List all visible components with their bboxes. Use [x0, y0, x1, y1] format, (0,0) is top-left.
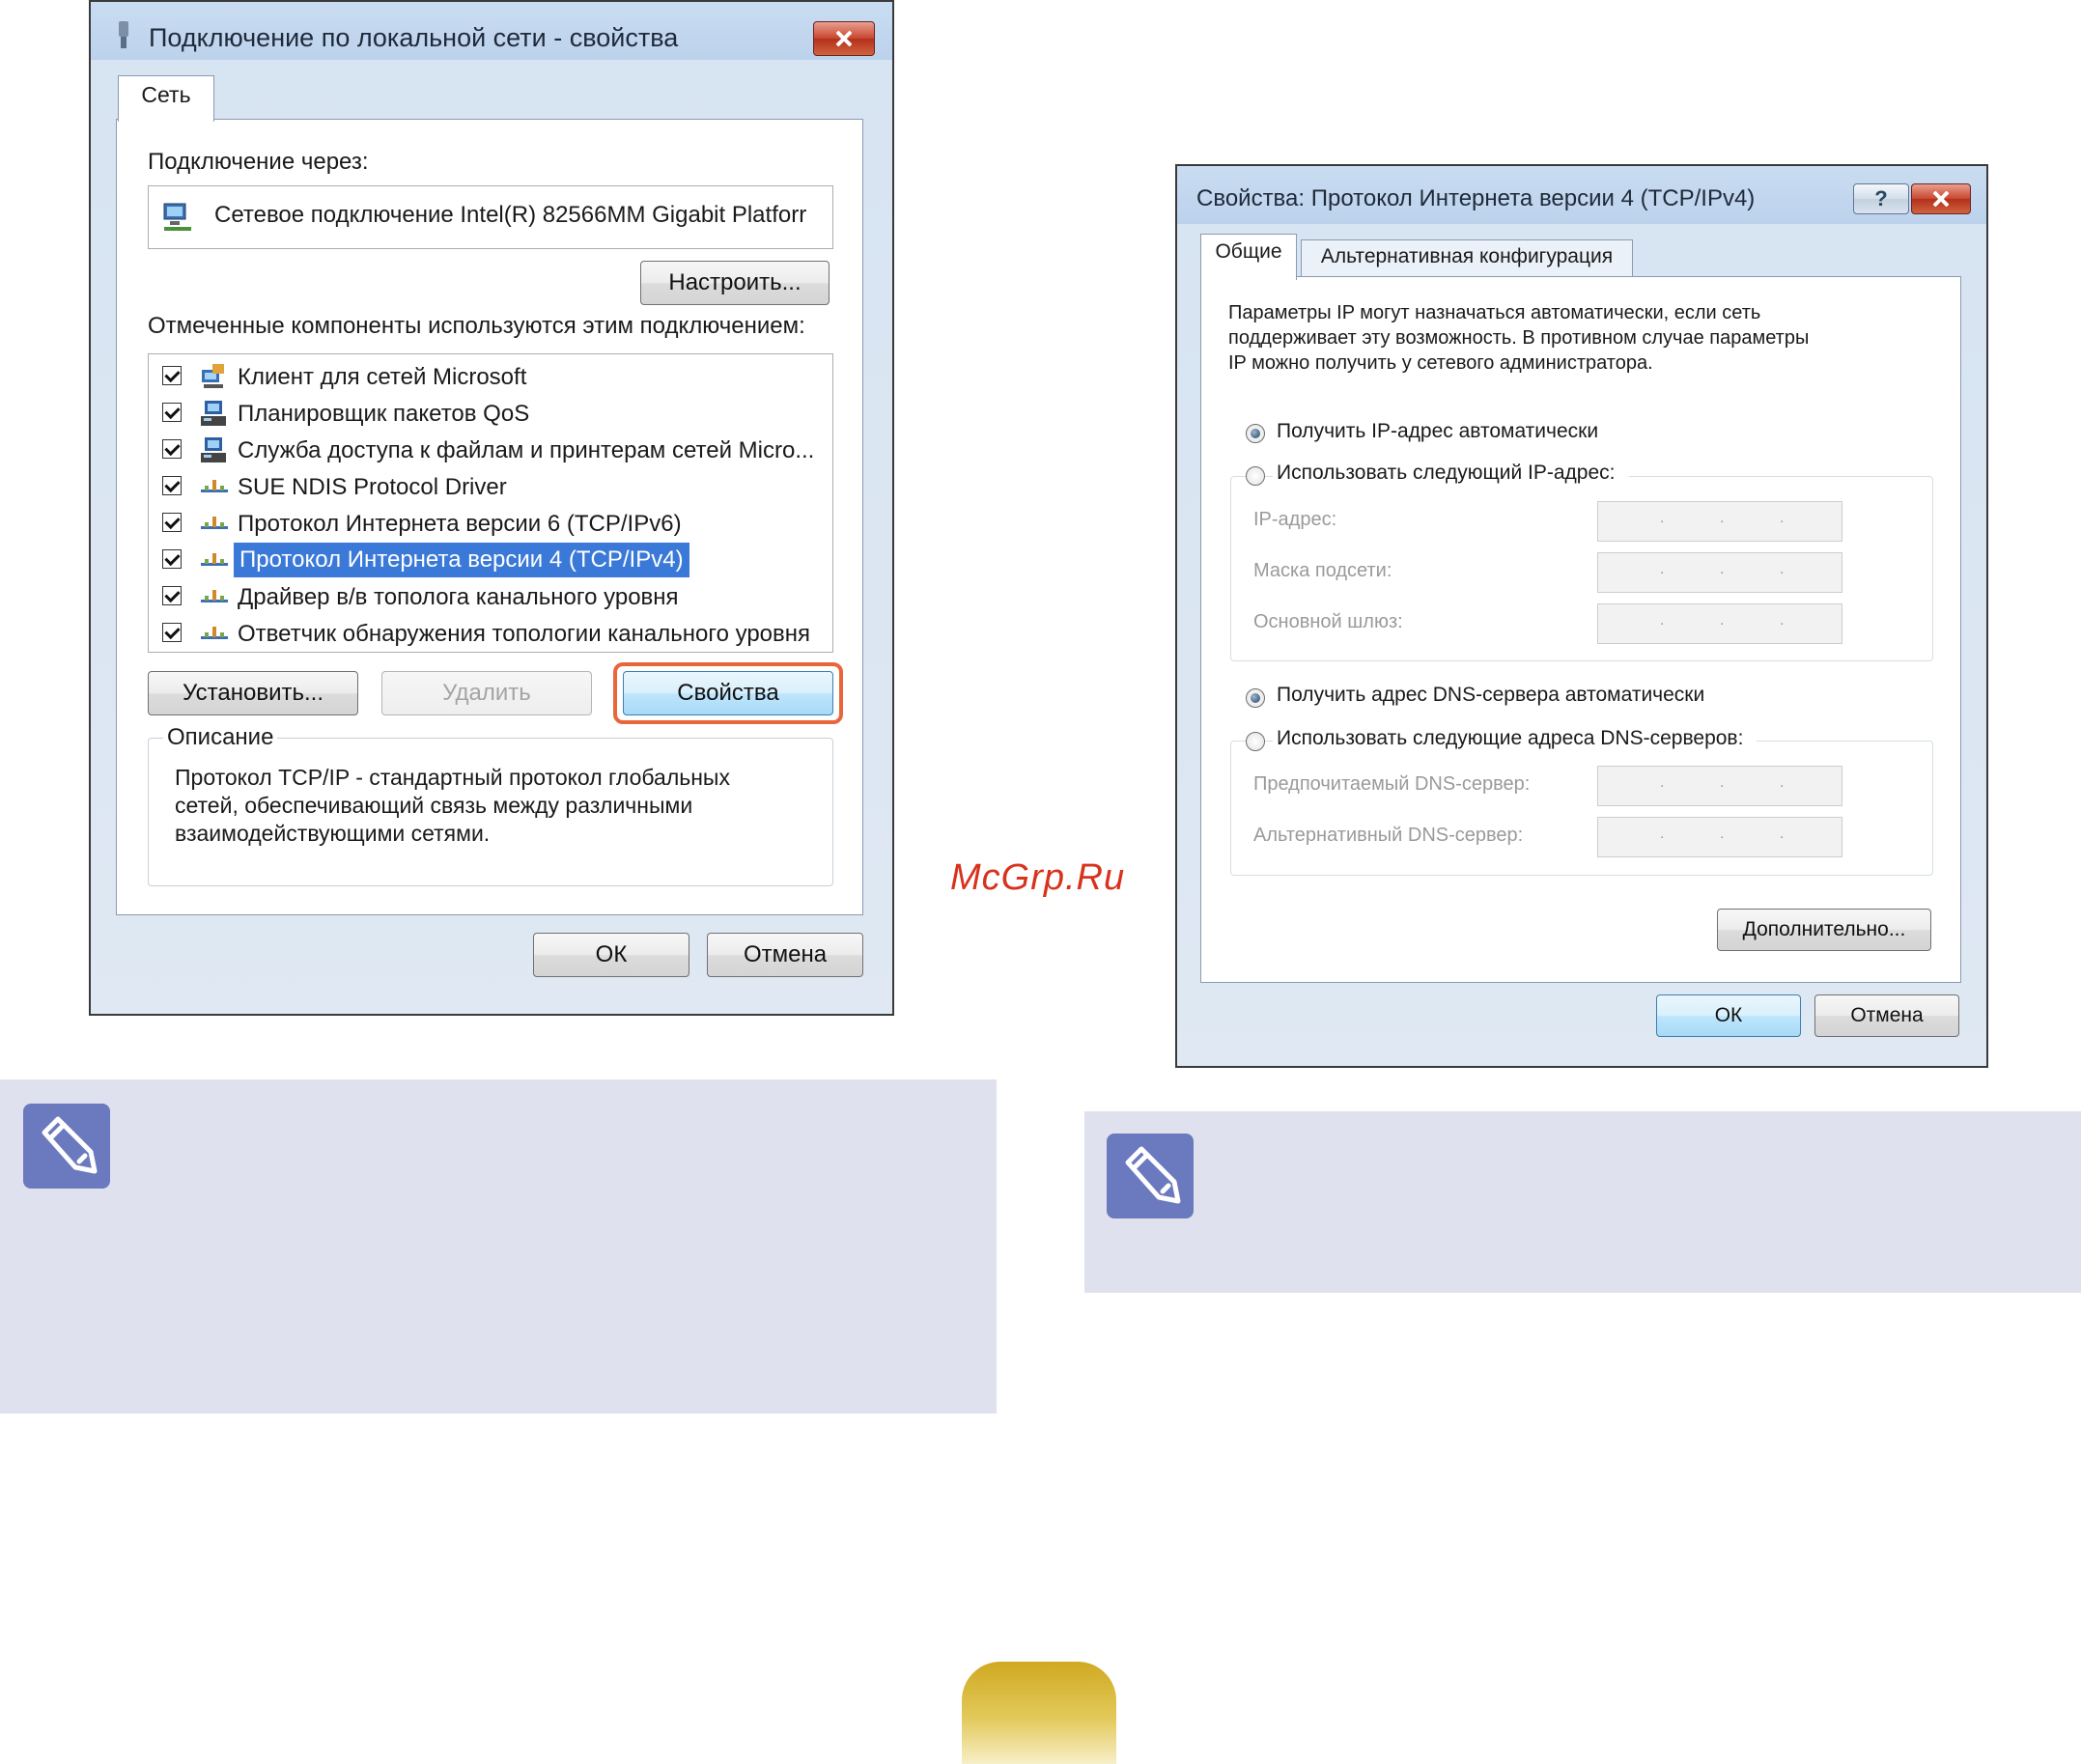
component-label: Драйвер в/в тополога канального уровня	[238, 584, 679, 610]
ok-button[interactable]: ОК	[533, 933, 689, 977]
protocol-icon	[201, 623, 228, 644]
network-adapter-icon	[114, 21, 133, 50]
component-label: SUE NDIS Protocol Driver	[238, 474, 507, 500]
components-label: Отмеченные компоненты используются этим …	[148, 313, 805, 339]
ip-auto-label[interactable]: Получить IP-адрес автоматически	[1277, 420, 1598, 443]
list-item[interactable]: SUE NDIS Protocol Driver	[149, 468, 825, 505]
protocol-icon	[201, 586, 228, 607]
component-label: Клиент для сетей Microsoft	[238, 364, 527, 390]
adapter-field: Сетевое подключение Intel(R) 82566MM Gig…	[148, 185, 833, 249]
preferred-dns-field[interactable]: ...	[1597, 766, 1842, 806]
component-label: Планировщик пакетов QoS	[238, 401, 530, 427]
gateway-label: Основной шлюз:	[1253, 611, 1403, 632]
component-checkbox[interactable]	[162, 623, 182, 642]
tab-alternate-config[interactable]: Альтернативная конфигурация	[1301, 239, 1633, 278]
description-line-2: сетей, обеспечивающий связь между различ…	[175, 793, 693, 818]
network-tab-panel: Подключение через: Сетевое подключение I…	[116, 119, 863, 915]
component-checkbox[interactable]	[162, 439, 182, 459]
intro-line-1: Параметры IP могут назначаться автоматич…	[1228, 302, 1761, 323]
dialog-title: Свойства: Протокол Интернета версии 4 (T…	[1196, 185, 1756, 211]
description-line-3: взаимодействующими сетями.	[175, 821, 491, 846]
list-item-selected[interactable]: Протокол Интернета версии 4 (TCP/IPv4)	[149, 542, 825, 578]
advanced-button[interactable]: Дополнительно...	[1717, 909, 1931, 951]
ip-manual-radio[interactable]	[1246, 466, 1265, 486]
component-checkbox[interactable]	[162, 513, 182, 532]
connect-via-label: Подключение через:	[148, 149, 369, 175]
adapter-name: Сетевое подключение Intel(R) 82566MM Gig…	[214, 202, 807, 228]
ok-button[interactable]: ОК	[1656, 994, 1801, 1037]
ip-address-field[interactable]: ...	[1597, 501, 1842, 542]
properties-button[interactable]: Свойства	[623, 671, 833, 715]
tab-network[interactable]: Сеть	[118, 75, 214, 122]
note-pencil-icon	[1107, 1134, 1194, 1218]
cancel-button[interactable]: Отмена	[1814, 994, 1959, 1037]
alternate-dns-label: Альтернативный DNS-сервер:	[1253, 825, 1524, 846]
component-checkbox[interactable]	[162, 366, 182, 385]
ip-auto-radio[interactable]	[1246, 424, 1265, 443]
network-client-icon	[199, 362, 228, 391]
component-checkbox[interactable]	[162, 403, 182, 422]
intro-line-3: IP можно получить у сетевого администрат…	[1228, 352, 1653, 374]
page-number-tab	[962, 1662, 1116, 1764]
list-item[interactable]: Служба доступа к файлам и принтерам сете…	[149, 432, 825, 468]
network-service-icon	[199, 399, 228, 428]
note-pencil-icon	[23, 1104, 110, 1189]
dns-auto-radio[interactable]	[1246, 688, 1265, 708]
lan-properties-dialog: Подключение по локальной сети - свойства…	[89, 0, 894, 1016]
general-tab-panel: Параметры IP могут назначаться автоматич…	[1200, 276, 1961, 983]
note-box-left	[0, 1079, 997, 1414]
components-list[interactable]: Клиент для сетей Microsoft Планировщик п…	[148, 353, 833, 653]
note-box-right	[1084, 1111, 2081, 1293]
component-checkbox[interactable]	[162, 476, 182, 495]
component-checkbox[interactable]	[162, 586, 182, 605]
watermark: McGrp.Ru	[950, 857, 1126, 898]
tab-general[interactable]: Общие	[1200, 234, 1297, 280]
component-label: Протокол Интернета версии 4 (TCP/IPv4)	[234, 543, 689, 577]
subnet-mask-label: Маска подсети:	[1253, 560, 1392, 581]
cancel-button[interactable]: Отмена	[707, 933, 863, 977]
install-button[interactable]: Установить...	[148, 671, 358, 715]
protocol-icon	[201, 549, 228, 571]
tcpip-properties-dialog: Свойства: Протокол Интернета версии 4 (T…	[1175, 164, 1988, 1068]
close-button[interactable]	[1911, 183, 1971, 214]
close-button[interactable]	[813, 21, 875, 56]
intro-line-2: поддерживает эту возможность. В противно…	[1228, 327, 1810, 349]
help-button[interactable]: ?	[1853, 183, 1909, 214]
remove-button[interactable]: Удалить	[381, 671, 592, 715]
protocol-icon	[201, 513, 228, 534]
alternate-dns-field[interactable]: ...	[1597, 817, 1842, 857]
preferred-dns-label: Предпочитаемый DNS-сервер:	[1253, 773, 1531, 795]
network-connection-icon	[160, 200, 195, 235]
network-service-icon	[199, 435, 228, 464]
protocol-icon	[201, 476, 228, 497]
configure-button[interactable]: Настроить...	[640, 261, 830, 305]
dns-manual-label[interactable]: Использовать следующие адреса DNS-сервер…	[1273, 727, 1758, 750]
component-checkbox[interactable]	[162, 549, 182, 569]
list-item[interactable]: Протокол Интернета версии 6 (TCP/IPv6)	[149, 505, 825, 542]
dns-auto-label[interactable]: Получить адрес DNS-сервера автоматически	[1277, 684, 1704, 707]
list-item[interactable]: Планировщик пакетов QoS	[149, 395, 825, 432]
dns-manual-radio[interactable]	[1246, 732, 1265, 751]
ip-manual-label[interactable]: Использовать следующий IP-адрес:	[1273, 462, 1629, 485]
gateway-field[interactable]: ...	[1597, 603, 1842, 644]
subnet-mask-field[interactable]: ...	[1597, 552, 1842, 593]
component-label: Протокол Интернета версии 6 (TCP/IPv6)	[238, 511, 682, 537]
dialog-title: Подключение по локальной сети - свойства	[149, 23, 679, 52]
list-item[interactable]: Драйвер в/в тополога канального уровня	[149, 578, 825, 615]
description-line-1: Протокол TCP/IP - стандартный протокол г…	[175, 765, 730, 790]
list-item[interactable]: Ответчик обнаружения топологии канальног…	[149, 615, 825, 652]
ip-address-label: IP-адрес:	[1253, 509, 1337, 530]
description-label: Описание	[163, 724, 278, 751]
list-item[interactable]: Клиент для сетей Microsoft	[149, 358, 825, 395]
component-label: Служба доступа к файлам и принтерам сете…	[238, 437, 815, 463]
component-label: Ответчик обнаружения топологии канальног…	[238, 621, 811, 647]
